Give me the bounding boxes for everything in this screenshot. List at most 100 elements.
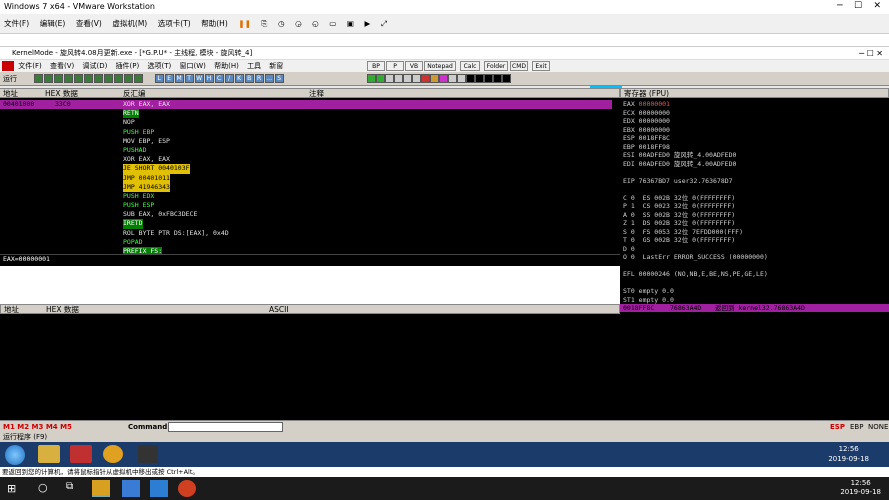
disasm-row[interactable]: 00401021 61 POPAD: [0, 238, 612, 247]
disasm-row[interactable]: 00401017 54 PUSH ESP: [0, 201, 612, 210]
disasm-row[interactable]: 0040101D CF IRETD: [0, 219, 612, 229]
od-menu-tools[interactable]: 工具: [247, 62, 261, 70]
toolbar-folder[interactable]: Folder: [484, 61, 508, 71]
disasm-row[interactable]: 0040101E C000 4D ROL BYTE PTR DS:[EAX], 0x…: [0, 229, 612, 238]
letter-w-button[interactable]: W: [194, 74, 204, 83]
dump-rows[interactable]: 00768000 23 A0 3D 75 14 96 FD 00 B4 57 C7…: [0, 316, 612, 420]
toolbar-p[interactable]: P: [386, 61, 404, 71]
letter-dots-button[interactable]: ...: [264, 74, 274, 83]
letter-slash-button[interactable]: /: [224, 74, 234, 83]
plugin-icon-2[interactable]: [376, 74, 385, 83]
register-lines[interactable]: EAX 00000001 ECX 00000000 EDX 00000000 EBX …: [623, 100, 887, 304]
col-hex[interactable]: HEX 数据: [45, 89, 78, 99]
trace-over-icon[interactable]: [113, 74, 123, 83]
disasm-row[interactable]: 00401000 33C0 XOR EAX, EAX: [0, 100, 612, 110]
plugin-icon-15[interactable]: [493, 74, 502, 83]
windows-start-icon[interactable]: ⊞: [7, 482, 16, 495]
disasm-row[interactable]: 00401003 90 NOP: [0, 118, 612, 127]
trace-into-icon[interactable]: [103, 74, 113, 83]
od-menu-newwin[interactable]: 新窗: [269, 62, 283, 70]
letter-r-button[interactable]: R: [254, 74, 264, 83]
command-input[interactable]: [168, 422, 283, 432]
disasm-row[interactable]: 0040100C E9 00000000 JMP 00401011: [0, 173, 612, 183]
plugin-icon-1[interactable]: [367, 74, 376, 83]
toolbar-bp[interactable]: BP: [367, 61, 385, 71]
stack-rows[interactable]: 0018FF8C 76863A4D 返回到 kernel32.76863A4D 001…: [620, 304, 889, 420]
od-menu-file[interactable]: 文件(F): [18, 62, 42, 70]
toolbar-cmd[interactable]: CMD: [510, 61, 528, 71]
dump-col-ascii[interactable]: ASCII: [269, 305, 289, 315]
close-icon[interactable]: [53, 74, 63, 83]
toolbar-vb[interactable]: VB: [405, 61, 423, 71]
open-icon[interactable]: [33, 74, 43, 83]
toolbar-notepad[interactable]: Notepad: [424, 61, 456, 71]
console-icon[interactable]: ▶: [361, 14, 375, 34]
plugin-icon-4[interactable]: [394, 74, 403, 83]
od-menu-debug[interactable]: 调试(D): [82, 62, 107, 70]
fullscreen-icon[interactable]: ▭: [325, 14, 340, 34]
od-menu-help[interactable]: 帮助(H): [214, 62, 239, 70]
manage-snapshot-icon[interactable]: ◵: [308, 14, 323, 34]
pause-icon[interactable]: [73, 74, 83, 83]
plugin-icon-14[interactable]: [484, 74, 493, 83]
disasm-row[interactable]: 00401005 8BEC MOV EBP, ESP: [0, 137, 612, 146]
plugin-icon-10[interactable]: [448, 74, 457, 83]
od-menu-view[interactable]: 查看(V): [50, 62, 74, 70]
step-into-icon[interactable]: [83, 74, 93, 83]
restart-icon[interactable]: [43, 74, 53, 83]
plugin-icon-3[interactable]: [385, 74, 394, 83]
host-app-icon-3[interactable]: [178, 480, 196, 497]
explorer-icon[interactable]: [38, 445, 60, 463]
letter-h-button[interactable]: H: [204, 74, 214, 83]
letter-s-button[interactable]: S: [274, 74, 284, 83]
menu-help[interactable]: 帮助(H): [197, 14, 232, 34]
toolbar-exit[interactable]: Exit: [532, 61, 550, 71]
registers-title[interactable]: 寄存器 (FPU): [624, 89, 669, 98]
letter-m-button[interactable]: M: [174, 74, 184, 83]
plugin-icon-11[interactable]: [457, 74, 466, 83]
od-menu-plugins[interactable]: 插件(P): [116, 62, 140, 70]
menu-edit[interactable]: 编辑(E): [36, 14, 70, 34]
dump-col-address[interactable]: 地址: [4, 305, 19, 315]
plugin-icon-9[interactable]: [439, 74, 448, 83]
goto-icon[interactable]: [133, 74, 143, 83]
plugin-icon-6[interactable]: [412, 74, 421, 83]
plugin-icon-8[interactable]: [430, 74, 439, 83]
task-view-icon[interactable]: ⧉: [66, 481, 73, 492]
menu-tabs[interactable]: 选项卡(T): [154, 14, 195, 34]
host-app-icon-2[interactable]: [150, 480, 168, 497]
plugin-icon-5[interactable]: [403, 74, 412, 83]
plugin-icon-12[interactable]: [466, 74, 475, 83]
od-menu-window[interactable]: 窗口(W): [179, 62, 205, 70]
menu-file[interactable]: 文件(F): [0, 14, 33, 34]
plugin-icon-7[interactable]: [421, 74, 430, 83]
unity-icon[interactable]: ▣: [343, 14, 358, 34]
host-clock[interactable]: 12:56 2019-09-18: [840, 479, 881, 497]
execute-till-return-icon[interactable]: [123, 74, 133, 83]
snapshot-icon[interactable]: ◷: [274, 14, 289, 34]
letter-t-button[interactable]: T: [184, 74, 194, 83]
letter-e-button[interactable]: E: [164, 74, 174, 83]
plugin-icon-16[interactable]: [502, 74, 511, 83]
disasm-row[interactable]: 00401016 52 PUSH EDX: [0, 192, 612, 201]
run-icon[interactable]: [63, 74, 73, 83]
plugin-icon-13[interactable]: [475, 74, 484, 83]
menu-view[interactable]: 查看(V): [72, 14, 106, 34]
disasm-row[interactable]: 00401008 31C0 XOR EAX, EAX: [0, 155, 612, 164]
letter-b-button[interactable]: B: [244, 74, 254, 83]
guest-clock[interactable]: 12:56 2019-09-18: [828, 444, 869, 464]
search-icon[interactable]: ○: [38, 481, 48, 494]
disasm-rows[interactable]: 00401000 33C0 XOR EAX, EAX 00401002 C3 RETN 00…: [0, 100, 612, 254]
disasm-row[interactable]: 00401011 E9 2D535441 JMP 41946343: [0, 182, 612, 192]
col-address[interactable]: 地址: [3, 89, 18, 99]
revert-icon[interactable]: ◶: [291, 14, 306, 34]
menu-vm[interactable]: 虚拟机(M): [108, 14, 151, 34]
dump-col-hex[interactable]: HEX 数据: [46, 305, 79, 315]
app2-taskbar-icon[interactable]: [138, 445, 158, 463]
host-explorer-icon[interactable]: [92, 480, 110, 497]
disasm-row[interactable]: 0040100A 74 33 JE SHORT 0040103F: [0, 164, 612, 174]
step-over-icon[interactable]: [93, 74, 103, 83]
ollydbg-window-controls[interactable]: ─ ☐ ✕: [859, 47, 883, 60]
col-comment[interactable]: 注释: [309, 89, 324, 99]
window-controls[interactable]: ─ ☐ ✕: [837, 1, 881, 11]
